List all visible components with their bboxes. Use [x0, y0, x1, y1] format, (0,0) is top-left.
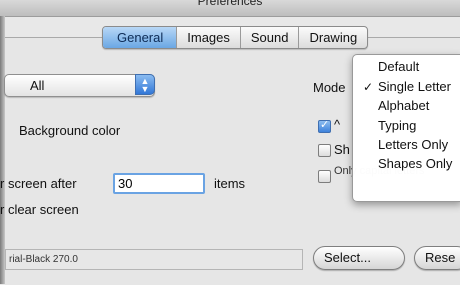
menu-item-alphabet[interactable]: Alphabet [378, 98, 429, 113]
mode-label: Mode [313, 80, 346, 95]
clear-screen-label: r clear screen [0, 202, 79, 217]
select-button[interactable]: Select... [313, 246, 405, 270]
checkbox-1[interactable] [318, 118, 331, 133]
font-field: rial-Black 270.0 [5, 249, 303, 270]
preferences-window: Preferences General Images Sound Drawing… [0, 0, 460, 285]
category-popup[interactable]: All ▲ ▼ [4, 74, 155, 97]
title-bar: Preferences [0, 0, 460, 17]
checkmark-icon: ✓ [363, 80, 374, 94]
tab-images[interactable]: Images [176, 27, 240, 48]
category-popup-value: All [30, 78, 45, 93]
window-title: Preferences [197, 0, 263, 8]
tab-sound[interactable]: Sound [239, 27, 299, 48]
checkbox-2[interactable] [318, 144, 331, 157]
clear-after-input[interactable] [113, 173, 205, 194]
checkbox-1-label: ^ [334, 117, 341, 132]
menu-item-typing[interactable]: Typing [378, 118, 416, 133]
clear-after-label: r screen after [0, 176, 77, 191]
menu-item-shapes-only[interactable]: Shapes Only [378, 156, 452, 171]
checkbox-2-label: Sh [334, 142, 350, 157]
menu-item-letters-only[interactable]: Letters Only [378, 137, 448, 152]
mode-menu: Default ✓ Single Letter Alphabet Typing … [352, 54, 460, 202]
reset-button[interactable]: Rese [414, 246, 460, 270]
tab-general[interactable]: General [103, 27, 177, 48]
checkbox-capital-letters[interactable] [318, 170, 331, 183]
tab-bar: General Images Sound Drawing [102, 26, 369, 49]
items-label: items [214, 176, 246, 191]
menu-item-default[interactable]: Default [378, 59, 419, 74]
popup-arrows-icon[interactable]: ▲ ▼ [135, 74, 155, 95]
background-color-label: Background color [19, 123, 121, 138]
menu-item-single-letter[interactable]: Single Letter [378, 79, 451, 94]
tab-drawing[interactable]: Drawing [298, 27, 367, 48]
